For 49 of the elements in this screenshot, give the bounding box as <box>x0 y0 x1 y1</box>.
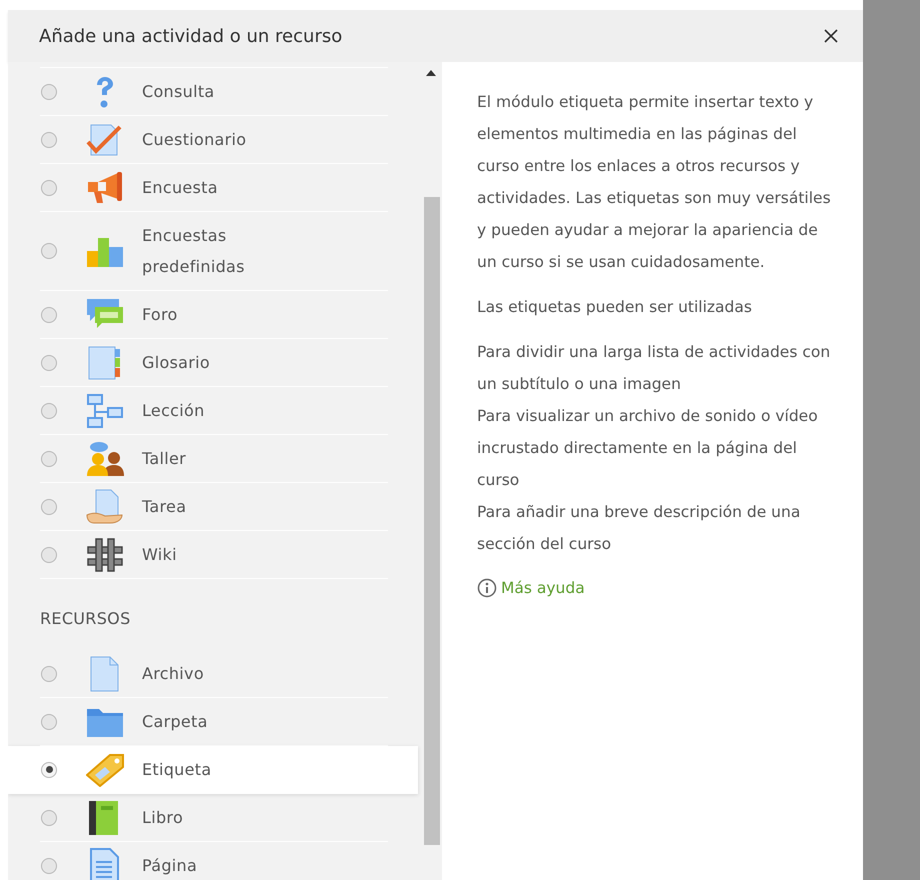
module-option[interactable]: Cuestionario <box>40 116 388 164</box>
module-option[interactable]: Lección <box>40 387 388 435</box>
radio-button[interactable] <box>41 243 57 259</box>
radio-button[interactable] <box>41 546 57 562</box>
checklist-icon <box>86 122 122 158</box>
usage-text: Para visualizar un archivo de sonido o vídeo incrustado directamente en la página del curso <box>477 406 819 491</box>
radio-button[interactable] <box>41 810 57 826</box>
radio-button[interactable] <box>41 858 57 874</box>
module-option[interactable]: Foro <box>40 291 388 339</box>
radio-button[interactable] <box>41 180 57 196</box>
module-option[interactable]: Etiqueta <box>8 746 418 794</box>
info-icon <box>477 578 497 598</box>
section-heading: RECURSOS <box>40 609 132 628</box>
module-option[interactable]: Tarea <box>40 483 388 531</box>
module-option[interactable]: Glosario <box>40 339 388 387</box>
radio-button[interactable] <box>41 354 57 370</box>
puzzle-grid-icon <box>86 536 124 572</box>
description-text: El módulo etiqueta permite insertar texto y elementos multimedia en las páginas del curso entre los enlaces a otros recursos y actividades. Las etiquetas son muy versátiles y pueden ayudar a mejorar la apariencia de un curso si se usan cuidadosamente. <box>477 92 832 273</box>
hand-document-icon <box>86 488 124 524</box>
radio-button[interactable] <box>41 498 57 514</box>
module-option[interactable]: Libro <box>40 794 388 842</box>
close-icon <box>823 28 839 44</box>
module-option[interactable]: Consulta <box>40 67 388 116</box>
description-text: Las etiquetas pueden ser utilizadas <box>477 297 753 318</box>
scroll-up-icon[interactable] <box>426 70 436 76</box>
dialog-title: Añade una actividad o un recurso <box>39 26 342 46</box>
radio-button[interactable] <box>41 762 57 778</box>
usage-text: Para añadir una breve descripción de una sección del curso <box>477 502 802 555</box>
radio-button[interactable] <box>41 714 57 730</box>
usage-text: Para dividir una larga lista de actividades con un subtítulo o una imagen <box>477 342 832 395</box>
radio-button[interactable] <box>41 402 57 418</box>
people-icon <box>86 440 124 476</box>
radio-button[interactable] <box>41 84 57 100</box>
module-option[interactable]: Wiki <box>40 531 388 579</box>
radio-button[interactable] <box>41 666 57 682</box>
scrollbar-thumb[interactable] <box>424 197 440 845</box>
module-option[interactable]: Encuestas predefinidas <box>40 212 388 291</box>
module-option[interactable]: Archivo <box>40 650 388 698</box>
flowchart-icon <box>86 392 124 428</box>
radio-button[interactable] <box>41 132 57 148</box>
book-icon <box>86 800 120 836</box>
megaphone-icon <box>86 170 124 206</box>
radio-button[interactable] <box>41 306 57 322</box>
module-option[interactable]: Página <box>40 842 388 880</box>
module-option[interactable]: Encuesta <box>40 164 388 212</box>
radio-button[interactable] <box>41 450 57 466</box>
tag-icon <box>86 752 124 786</box>
dictionary-icon <box>86 344 122 380</box>
module-option[interactable]: Taller <box>40 435 388 483</box>
